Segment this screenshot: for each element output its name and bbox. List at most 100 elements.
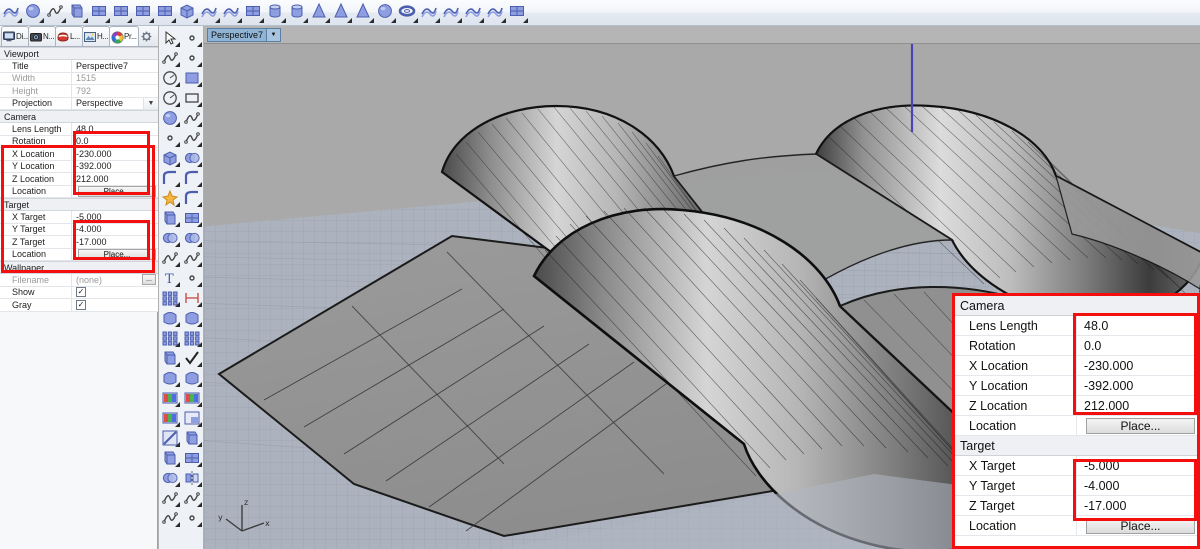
mesh-quad-icon[interactable]	[112, 2, 133, 24]
select-arrow-icon[interactable]	[159, 28, 181, 48]
mesh-paraboloid-icon[interactable]	[420, 2, 441, 24]
polygon-mesh-from-nurbs-icon[interactable]	[2, 2, 23, 24]
mirror-icon[interactable]	[181, 468, 203, 488]
sweep-icon[interactable]	[181, 168, 203, 188]
point-object-icon[interactable]	[181, 28, 203, 48]
property-value[interactable]: -392.000	[72, 161, 158, 173]
inset-property-value[interactable]: 0.0	[1077, 336, 1197, 355]
fillet-curve-icon[interactable]	[159, 248, 181, 268]
revolve-icon[interactable]	[159, 168, 181, 188]
layout-detail-icon[interactable]	[181, 408, 203, 428]
mesh-sphere-icon[interactable]	[24, 2, 45, 24]
property-value[interactable]: 48.0	[72, 123, 158, 135]
tab-layers[interactable]: L...	[55, 26, 83, 46]
render-window-icon[interactable]	[181, 388, 203, 408]
property-value[interactable]: -17.000	[72, 236, 158, 248]
mesh-cone-icon[interactable]	[310, 2, 331, 24]
split-surface-icon[interactable]	[159, 468, 181, 488]
project-to-cplane-icon[interactable]	[181, 208, 203, 228]
unroll-surface-icon[interactable]	[181, 308, 203, 328]
merge-surfaces-icon[interactable]	[159, 368, 181, 388]
surface-from-points-icon[interactable]	[159, 128, 181, 148]
mesh-extrude-icon[interactable]	[222, 2, 243, 24]
rectangle-icon[interactable]	[181, 88, 203, 108]
curve-blend-icon[interactable]	[181, 108, 203, 128]
chevron-down-icon[interactable]: ▼	[267, 27, 282, 42]
inset-property-value[interactable]: -17.000	[1077, 496, 1197, 515]
checkbox[interactable]: ✓	[76, 299, 86, 310]
place-button[interactable]: Place...	[78, 248, 156, 260]
gear-icon[interactable]	[138, 26, 154, 46]
mesh-box-icon[interactable]	[178, 2, 199, 24]
chevron-down-icon[interactable]: ▼	[143, 97, 158, 109]
blend-curve-icon[interactable]	[181, 248, 203, 268]
text-object-icon[interactable]: T	[159, 268, 181, 288]
mesh-plane-3pt-icon[interactable]	[156, 2, 177, 24]
sphere-icon[interactable]	[159, 108, 181, 128]
mesh-pyramid-icon[interactable]	[332, 2, 353, 24]
rectangular-array-icon[interactable]	[159, 328, 181, 348]
property-value[interactable]: 792	[72, 85, 158, 97]
flow-along-surface-icon[interactable]	[181, 368, 203, 388]
ellipse-icon[interactable]	[181, 68, 203, 88]
gradient-mapping-icon[interactable]	[159, 428, 181, 448]
box-icon[interactable]	[159, 148, 181, 168]
mesh-ellipsoid-icon[interactable]	[376, 2, 397, 24]
browse-button[interactable]: ...	[142, 274, 156, 286]
mesh-from-surface-icon[interactable]	[442, 2, 463, 24]
offset-surface-icon[interactable]	[159, 208, 181, 228]
tab-properties[interactable]: Pr...	[109, 26, 139, 46]
inset-property-value[interactable]: -392.000	[1077, 376, 1197, 395]
distribute-icon[interactable]	[181, 328, 203, 348]
mesh-from-nurbs-object-icon[interactable]	[464, 2, 485, 24]
inset-property-value[interactable]: -230.000	[1077, 356, 1197, 375]
property-value[interactable]: 212.000	[72, 173, 158, 185]
array-icon[interactable]	[159, 288, 181, 308]
boolean-difference-icon[interactable]	[159, 228, 181, 248]
loft-icon[interactable]	[181, 488, 203, 508]
shell-icon[interactable]	[159, 348, 181, 368]
tab-named-views[interactable]: N...	[28, 26, 56, 46]
inset-property-value[interactable]: 48.0	[1077, 316, 1197, 335]
inset-place-button[interactable]: Place...	[1086, 417, 1195, 434]
mesh-from-closed-polyline-icon[interactable]	[46, 2, 67, 24]
place-button[interactable]: Place...	[78, 185, 156, 197]
boolean-split-icon[interactable]	[181, 228, 203, 248]
viewport-tab-perspective7[interactable]: Perspective7	[207, 27, 268, 42]
mesh-plane-corner-icon[interactable]	[134, 2, 155, 24]
mesh-framed-icon[interactable]	[486, 2, 507, 24]
boolean-union-icon[interactable]	[181, 148, 203, 168]
check-objects-icon[interactable]	[181, 348, 203, 368]
polyline-from-points-icon[interactable]	[181, 268, 203, 288]
property-value[interactable]: Perspective ▼	[72, 97, 158, 109]
mesh-dense-grid-icon[interactable]	[508, 2, 529, 24]
checkbox[interactable]: ✓	[76, 287, 86, 298]
property-value[interactable]: (none)...	[72, 274, 158, 286]
curve-adjust-icon[interactable]	[159, 488, 181, 508]
curve-through-points-icon[interactable]	[181, 48, 203, 68]
property-value[interactable]: -230.000	[72, 148, 158, 160]
inset-property-value[interactable]: -5.000	[1077, 456, 1197, 475]
mesh-grid-icon[interactable]	[181, 448, 203, 468]
inset-property-value[interactable]: -4.000	[1077, 476, 1197, 495]
property-value[interactable]: 0.0	[72, 136, 158, 148]
fillet-edge-icon[interactable]	[181, 188, 203, 208]
property-value[interactable]: -4.000	[72, 224, 158, 236]
property-value[interactable]: 1515	[72, 73, 158, 85]
circle-icon[interactable]	[159, 68, 181, 88]
tab-help[interactable]: H...	[82, 26, 110, 46]
property-value[interactable]: -5.000	[72, 211, 158, 223]
inset-place-button[interactable]: Place...	[1086, 517, 1195, 534]
curve-handle-icon[interactable]	[159, 508, 181, 528]
extract-surface-icon[interactable]	[181, 428, 203, 448]
polyline-icon[interactable]	[159, 48, 181, 68]
mesh-tube-icon[interactable]	[288, 2, 309, 24]
mesh-cylinder-icon[interactable]	[266, 2, 287, 24]
mesh-polyhedron-icon[interactable]	[200, 2, 221, 24]
mesh-plane-icon[interactable]	[90, 2, 111, 24]
patch-surface-icon[interactable]	[159, 448, 181, 468]
explode-star-icon[interactable]	[159, 188, 181, 208]
cap-planar-holes-icon[interactable]	[159, 308, 181, 328]
surface-from-curve-network-icon[interactable]	[181, 128, 203, 148]
control-point-cage-icon[interactable]	[181, 508, 203, 528]
